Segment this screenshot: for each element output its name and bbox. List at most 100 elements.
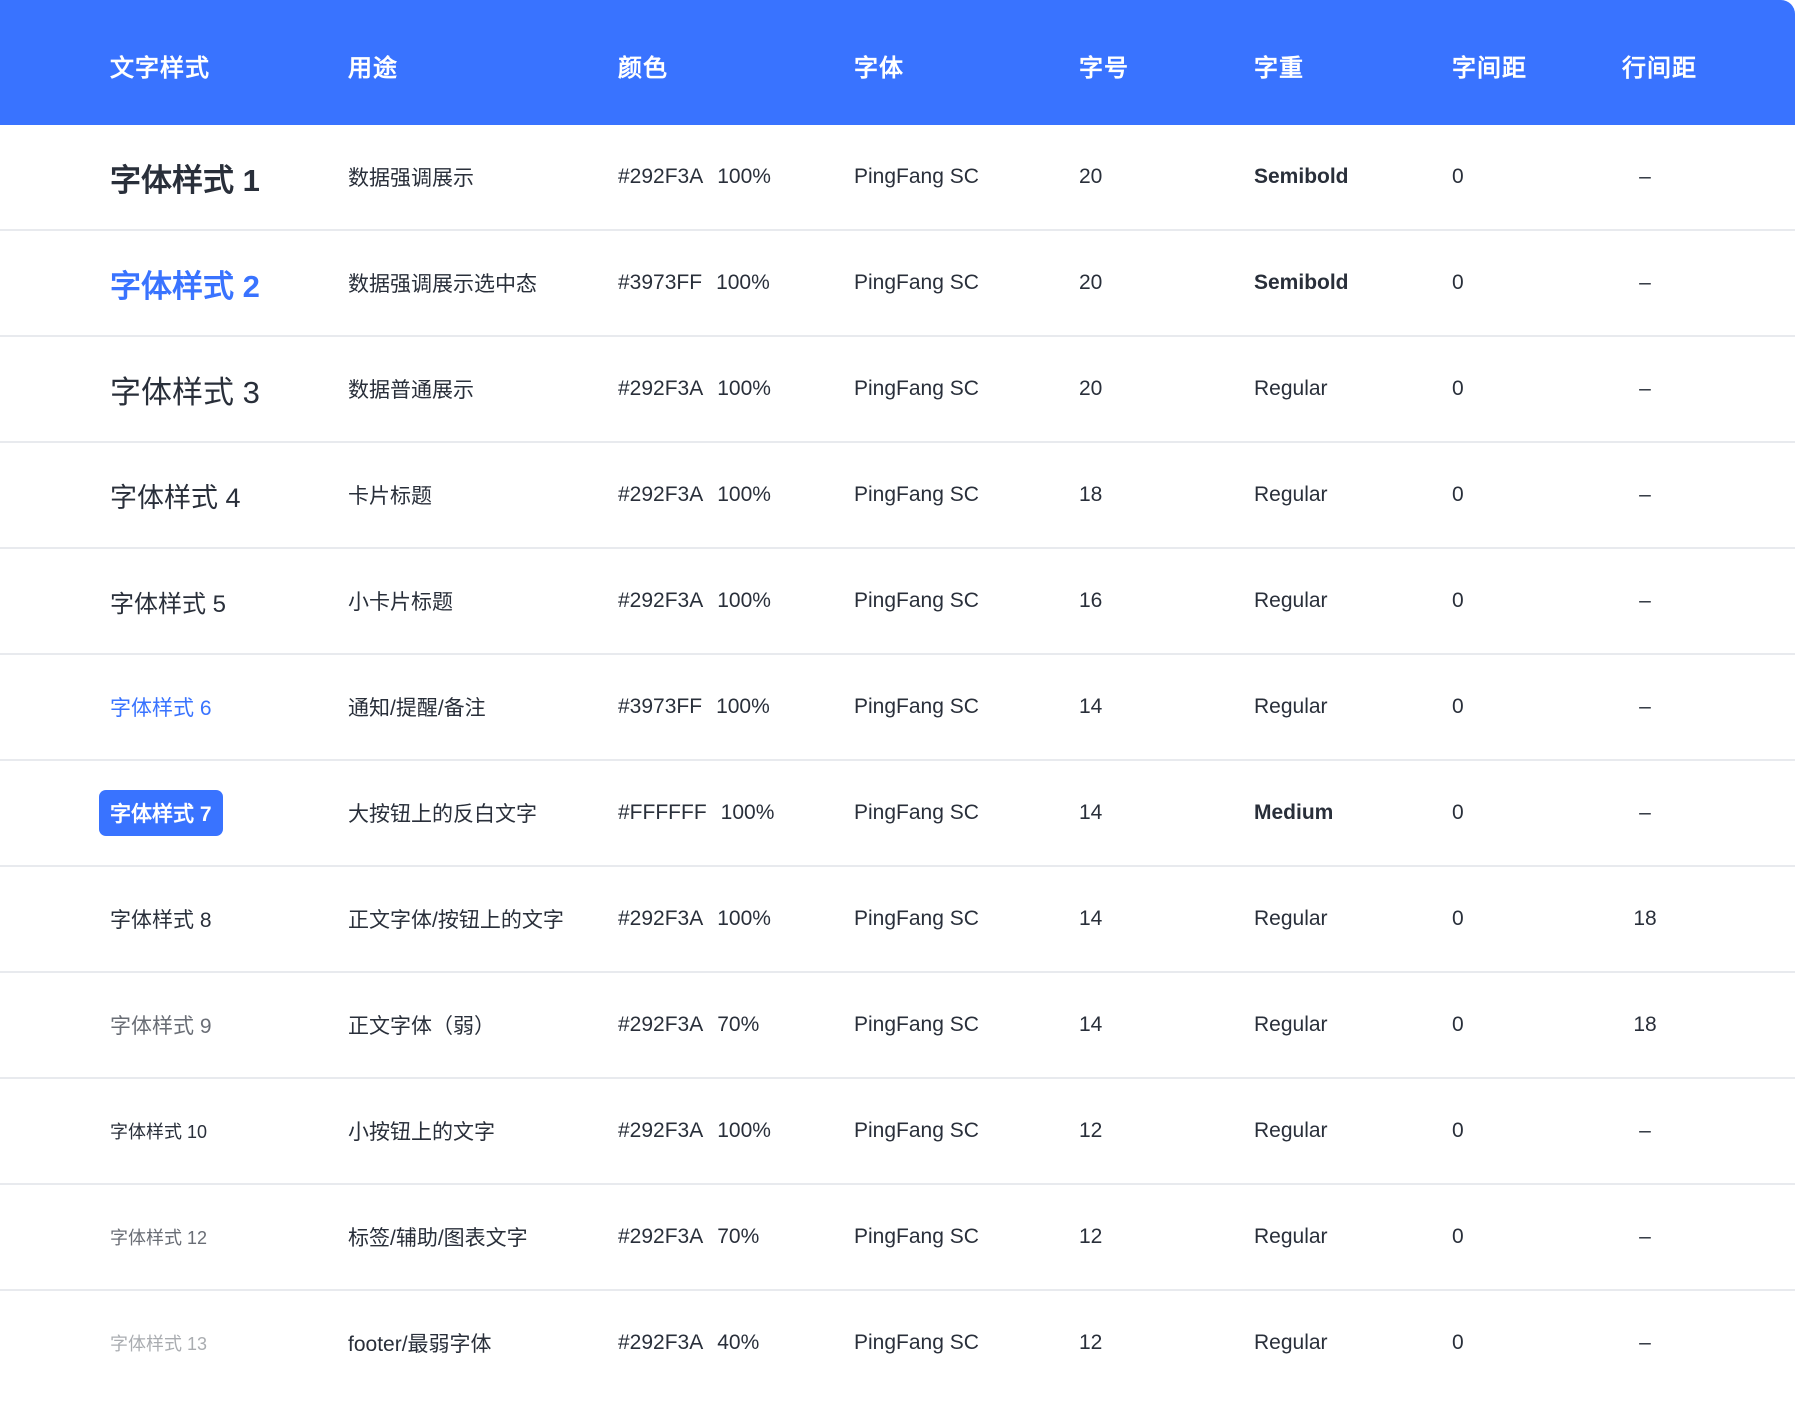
color-hex: #292F3A xyxy=(618,1013,704,1036)
usage-text: 正文字体/按钮上的文字 xyxy=(348,909,564,932)
font-family-text: PingFang SC xyxy=(854,1331,979,1354)
header-usage: 用途 xyxy=(348,55,398,82)
font-size-text: 14 xyxy=(1079,695,1103,718)
header-style: 文字样式 xyxy=(110,55,210,82)
line-height-text: 18 xyxy=(1633,1013,1657,1036)
style-sample: 字体样式 13 xyxy=(110,1334,208,1354)
font-family-text: PingFang SC xyxy=(854,1013,979,1036)
color-hex: #3973FF xyxy=(618,695,703,718)
font-family-text: PingFang SC xyxy=(854,377,979,400)
line-height-text: – xyxy=(1639,1119,1651,1142)
line-height-text: 18 xyxy=(1633,907,1657,930)
table-row: 字体样式 10 小按钮上的文字 #292F3A 100% PingFang SC … xyxy=(0,1079,1795,1185)
table-row: 字体样式 8 正文字体/按钮上的文字 #292F3A 100% PingFang … xyxy=(0,867,1795,973)
color-opacity: 70% xyxy=(717,1225,760,1248)
style-sample-inverse-button: 字体样式 7 xyxy=(99,790,223,836)
font-weight-text: Medium xyxy=(1254,801,1334,824)
letter-spacing-text: 0 xyxy=(1452,907,1464,930)
table-row: 字体样式 6 通知/提醒/备注 #3973FF 100% PingFang SC … xyxy=(0,655,1795,761)
header-line-height: 行间距 xyxy=(1622,55,1697,82)
color-hex: #292F3A xyxy=(618,1119,704,1142)
style-sample: 字体样式 9 xyxy=(110,1015,212,1038)
font-weight-text: Regular xyxy=(1254,695,1328,718)
style-sample: 字体样式 8 xyxy=(110,909,212,932)
line-height-text: – xyxy=(1639,483,1651,506)
table-header: 文字样式 用途 颜色 字体 字号 字重 字间距 行间距 xyxy=(0,0,1795,125)
font-family-text: PingFang SC xyxy=(854,907,979,930)
color-opacity: 100% xyxy=(717,483,771,506)
style-sample: 字体样式 12 xyxy=(110,1228,208,1248)
usage-text: 正文字体（弱） xyxy=(348,1015,495,1038)
font-size-text: 20 xyxy=(1079,377,1103,400)
header-weight: 字重 xyxy=(1254,55,1304,82)
usage-text: 数据强调展示 xyxy=(348,167,474,190)
font-weight-text: Regular xyxy=(1254,589,1328,612)
table-row: 字体样式 5 小卡片标题 #292F3A 100% PingFang SC 16 … xyxy=(0,549,1795,655)
color-hex: #292F3A xyxy=(618,907,704,930)
color-opacity: 100% xyxy=(716,271,770,294)
style-sample: 字体样式 1 xyxy=(110,162,260,198)
table-body: 字体样式 1 数据强调展示 #292F3A 100% PingFang SC 20… xyxy=(0,125,1795,1395)
usage-text: 小卡片标题 xyxy=(348,591,453,614)
letter-spacing-text: 0 xyxy=(1452,377,1464,400)
style-sample: 字体样式 4 xyxy=(110,482,241,513)
style-sample: 字体样式 3 xyxy=(110,374,260,410)
style-sample: 字体样式 5 xyxy=(110,590,227,618)
font-weight-text: Regular xyxy=(1254,377,1328,400)
style-sample: 字体样式 10 xyxy=(110,1122,208,1142)
usage-text: 小按钮上的文字 xyxy=(348,1121,495,1144)
color-hex: #292F3A xyxy=(618,1225,704,1248)
usage-text: 数据强调展示选中态 xyxy=(348,273,537,296)
line-height-text: – xyxy=(1639,695,1651,718)
font-size-text: 20 xyxy=(1079,271,1103,294)
font-weight-text: Regular xyxy=(1254,907,1328,930)
font-weight-text: Regular xyxy=(1254,1013,1328,1036)
line-height-text: – xyxy=(1639,377,1651,400)
color-hex: #FFFFFF xyxy=(618,801,707,824)
line-height-text: – xyxy=(1639,271,1651,294)
letter-spacing-text: 0 xyxy=(1452,1119,1464,1142)
usage-text: 卡片标题 xyxy=(348,485,432,508)
color-opacity: 100% xyxy=(716,695,770,718)
font-size-text: 14 xyxy=(1079,907,1103,930)
usage-text: footer/最弱字体 xyxy=(348,1333,492,1356)
font-family-text: PingFang SC xyxy=(854,165,979,188)
usage-text: 大按钮上的反白文字 xyxy=(348,803,537,826)
font-weight-text: Semibold xyxy=(1254,165,1349,188)
font-weight-text: Regular xyxy=(1254,1225,1328,1248)
line-height-text: – xyxy=(1639,589,1651,612)
line-height-text: – xyxy=(1639,1225,1651,1248)
font-family-text: PingFang SC xyxy=(854,1225,979,1248)
letter-spacing-text: 0 xyxy=(1452,1331,1464,1354)
usage-text: 通知/提醒/备注 xyxy=(348,697,486,720)
font-weight-text: Regular xyxy=(1254,1119,1328,1142)
font-family-text: PingFang SC xyxy=(854,695,979,718)
font-size-text: 20 xyxy=(1079,165,1103,188)
font-size-text: 14 xyxy=(1079,1013,1103,1036)
style-sample: 字体样式 2 xyxy=(110,268,260,304)
color-hex: #3973FF xyxy=(618,271,703,294)
letter-spacing-text: 0 xyxy=(1452,165,1464,188)
line-height-text: – xyxy=(1639,1331,1651,1354)
header-letter-spacing: 字间距 xyxy=(1452,55,1527,82)
table-row: 字体样式 1 数据强调展示 #292F3A 100% PingFang SC 20… xyxy=(0,125,1795,231)
color-opacity: 70% xyxy=(717,1013,760,1036)
color-hex: #292F3A xyxy=(618,589,704,612)
table-row: 字体样式 12 标签/辅助/图表文字 #292F3A 70% PingFang S… xyxy=(0,1185,1795,1291)
color-opacity: 100% xyxy=(720,801,775,824)
letter-spacing-text: 0 xyxy=(1452,801,1464,824)
table-row: 字体样式 4 卡片标题 #292F3A 100% PingFang SC 18 R… xyxy=(0,443,1795,549)
font-family-text: PingFang SC xyxy=(854,589,979,612)
letter-spacing-text: 0 xyxy=(1452,695,1464,718)
color-opacity: 100% xyxy=(717,165,771,188)
line-height-text: – xyxy=(1639,801,1651,824)
table-row: 字体样式 7 大按钮上的反白文字 #FFFFFF 100% PingFang SC… xyxy=(0,761,1795,867)
font-size-text: 12 xyxy=(1079,1331,1103,1354)
letter-spacing-text: 0 xyxy=(1452,1225,1464,1248)
color-opacity: 100% xyxy=(717,377,771,400)
table-row: 字体样式 13 footer/最弱字体 #292F3A 40% PingFang … xyxy=(0,1291,1795,1395)
font-size-text: 12 xyxy=(1079,1119,1103,1142)
color-hex: #292F3A xyxy=(618,165,704,188)
table-row: 字体样式 3 数据普通展示 #292F3A 100% PingFang SC 20… xyxy=(0,337,1795,443)
font-weight-text: Semibold xyxy=(1254,271,1349,294)
